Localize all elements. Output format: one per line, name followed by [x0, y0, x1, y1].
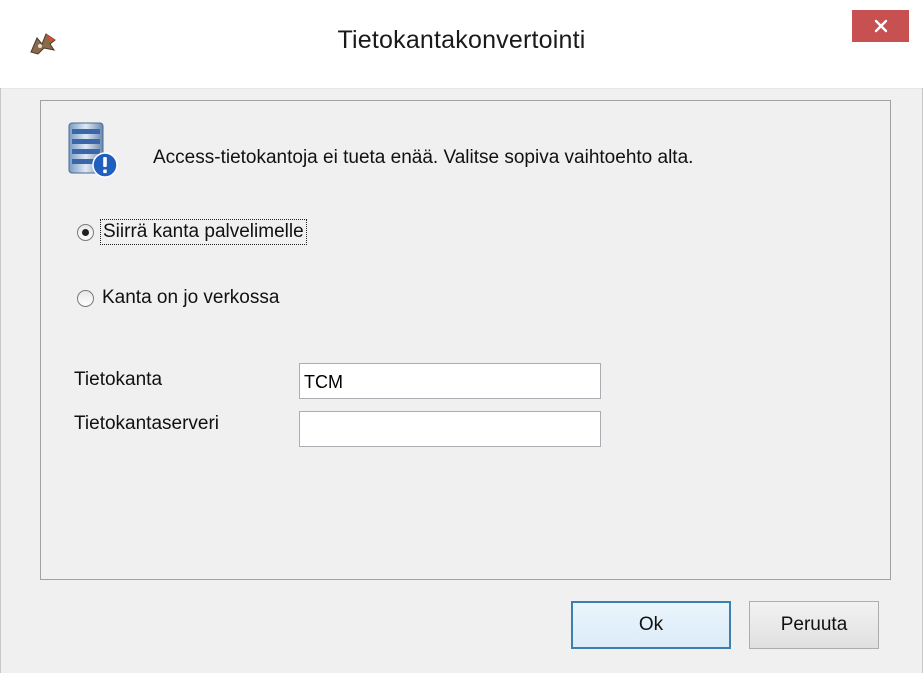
database-input[interactable]: TCM [299, 363, 601, 399]
window-title: Tietokantakonvertointi [337, 26, 586, 54]
database-server-input[interactable] [299, 411, 601, 447]
cancel-button[interactable]: Peruuta [749, 601, 879, 649]
option-migrate-to-server[interactable]: Siirrä kanta palvelimelle [77, 219, 307, 245]
ok-button[interactable]: Ok [571, 601, 731, 649]
radio-button-selected[interactable] [77, 223, 94, 241]
database-server-label: Tietokantaserveri [74, 413, 220, 434]
dialog-window: Tietokantakonvertointi Access-tietokanto… [0, 0, 923, 673]
title-bar[interactable]: Tietokantakonvertointi [0, 0, 923, 89]
option-already-online[interactable]: Kanta on jo verkossa [77, 287, 279, 309]
content-panel: Access-tietokantoja ei tueta enää. Valit… [40, 100, 891, 580]
close-icon [874, 19, 887, 33]
option-label: Kanta on jo verkossa [102, 287, 280, 308]
window-border-left [0, 88, 1, 673]
radio-button[interactable] [77, 289, 94, 307]
info-message: Access-tietokantoja ei tueta enää. Valit… [153, 147, 694, 168]
option-label: Siirrä kanta palvelimelle [100, 219, 307, 245]
database-label: Tietokanta [74, 369, 163, 390]
close-button[interactable] [852, 10, 909, 42]
database-info-icon [68, 122, 118, 178]
